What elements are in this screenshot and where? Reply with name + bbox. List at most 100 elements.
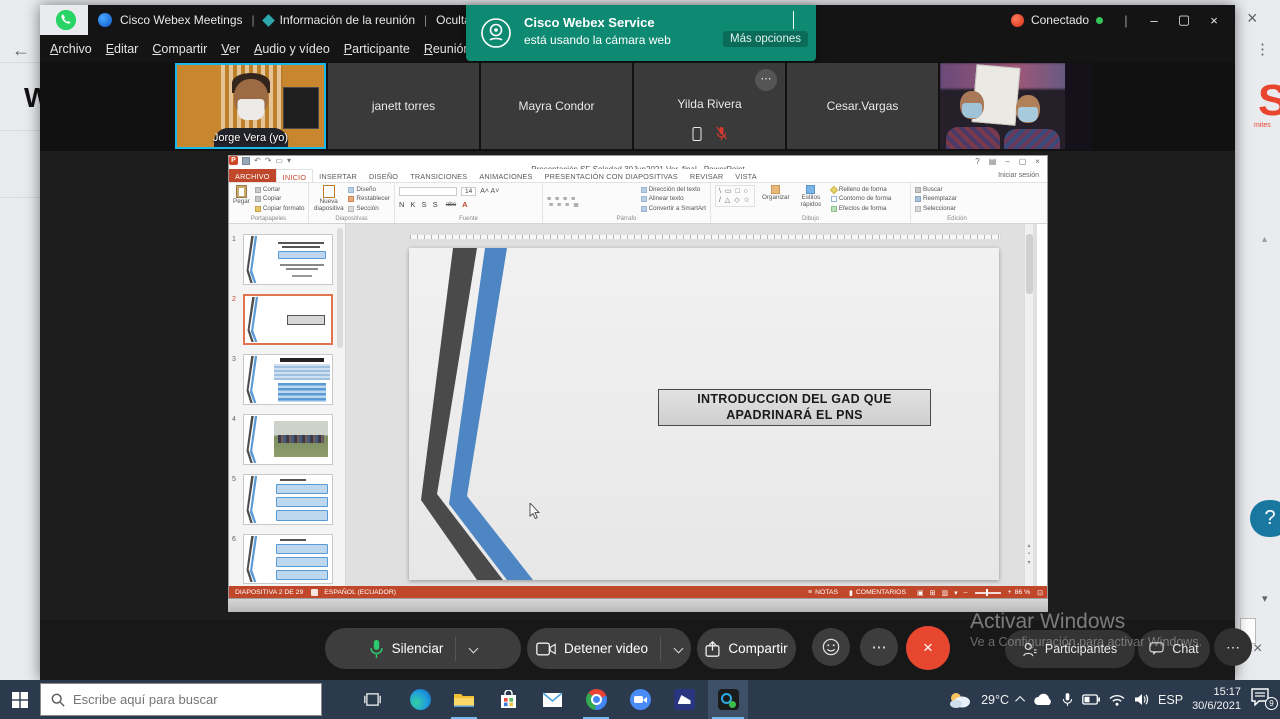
tray-expand-icon[interactable]: [1015, 696, 1025, 706]
chat-button[interactable]: Chat: [1138, 630, 1210, 668]
participant-tile[interactable]: janett torres: [328, 63, 479, 149]
toast-more-options-button[interactable]: Más opciones: [723, 31, 808, 47]
battery-icon[interactable]: [1082, 694, 1100, 705]
stop-video-button[interactable]: Detener video: [527, 628, 691, 669]
leave-meeting-button[interactable]: ×: [906, 626, 950, 670]
notification-center-button[interactable]: 9: [1250, 688, 1274, 712]
qat-caret-icon[interactable]: ▾: [287, 157, 291, 165]
section-button[interactable]: Sección: [348, 204, 390, 213]
slide-scrollbar[interactable]: ▴ ▪ ▾: [1024, 224, 1033, 586]
tab-diseno[interactable]: DISEÑO: [363, 169, 404, 182]
bg-scroll-up-icon[interactable]: ▴: [1262, 234, 1267, 245]
menu-editar[interactable]: Editar: [106, 42, 139, 56]
align-text-button[interactable]: Alinear texto: [641, 194, 706, 203]
ppt-ribbon-options-button[interactable]: ▤: [985, 157, 1000, 166]
toast-collapse-button[interactable]: [791, 11, 794, 29]
mail-button[interactable]: [532, 680, 572, 719]
bg-more-dots-icon[interactable]: ⋮: [1255, 40, 1270, 58]
more-panels-button[interactable]: ⋯: [1214, 628, 1252, 666]
participant-tile[interactable]: Cesar.Vargas: [787, 63, 938, 149]
scroll-mid-icon[interactable]: ▪: [1025, 550, 1033, 558]
undo-icon[interactable]: ↶: [254, 157, 261, 165]
bg-close2-icon[interactable]: ×: [1253, 640, 1262, 658]
file-explorer-button[interactable]: [444, 680, 484, 719]
slide-thumbnail-2-selected[interactable]: [243, 294, 333, 345]
menu-reunion[interactable]: Reunión: [424, 42, 471, 56]
bg-caret-icon[interactable]: ▾: [1262, 592, 1268, 605]
smartart-button[interactable]: Convertir a SmartArt: [641, 204, 706, 213]
slide-thumbnail-4[interactable]: [243, 414, 333, 465]
minimize-button[interactable]: –: [1143, 13, 1165, 28]
onedrive-icon[interactable]: [1034, 693, 1053, 706]
zoom-slider[interactable]: [975, 592, 1001, 594]
tab-inicio[interactable]: INICIO: [276, 169, 314, 182]
ppt-close-button[interactable]: ×: [1030, 157, 1045, 166]
cut-button[interactable]: Cortar: [255, 185, 305, 194]
thumb-scrollbar[interactable]: [337, 228, 343, 348]
keyboard-language[interactable]: ESP: [1158, 693, 1183, 707]
share-button[interactable]: Compartir: [697, 628, 796, 669]
tab-archivo[interactable]: ARCHIVO: [229, 169, 276, 182]
tab-presentacion[interactable]: PRESENTACIÓN CON DIAPOSITIVAS: [539, 169, 684, 182]
slide-thumbnail-5[interactable]: [243, 474, 333, 525]
slide-thumbnail-1[interactable]: [243, 234, 333, 285]
tab-insertar[interactable]: INSERTAR: [313, 169, 363, 182]
menu-participante[interactable]: Participante: [344, 42, 410, 56]
participant-tile[interactable]: ⋯ Yilda Rivera: [634, 63, 785, 149]
zoom-out-icon[interactable]: –: [964, 589, 968, 596]
font-name-box[interactable]: [399, 187, 457, 196]
tab-animaciones[interactable]: ANIMACIONES: [473, 169, 538, 182]
start-button[interactable]: [0, 680, 40, 719]
strikethrough-button[interactable]: abc: [446, 201, 456, 208]
scroll-up-icon[interactable]: ▴: [1025, 542, 1033, 550]
quick-styles-button[interactable]: Estilos rápidos: [797, 185, 825, 208]
close-button[interactable]: ×: [1203, 13, 1225, 28]
view-slideshow-icon[interactable]: ▾: [954, 589, 958, 597]
format-painter-button[interactable]: Copiar formato: [255, 204, 305, 213]
taskbar-clock[interactable]: 15:17 30/6/2021: [1192, 686, 1241, 714]
webex-taskbar-button[interactable]: [708, 680, 748, 719]
chrome-button[interactable]: [576, 680, 616, 719]
fit-slide-icon[interactable]: ⊡: [1037, 589, 1043, 597]
paste-button[interactable]: Pegar: [233, 185, 250, 205]
save-icon[interactable]: [242, 157, 250, 165]
slide-thumbnail-3[interactable]: [243, 354, 333, 405]
language-indicator[interactable]: ESPAÑOL (ECUADOR): [324, 589, 396, 596]
new-doc-icon[interactable]: ▭: [275, 157, 283, 165]
menu-audio-video[interactable]: Audio y vídeo: [254, 42, 330, 56]
more-options-button[interactable]: ⋯: [860, 628, 898, 666]
mute-button[interactable]: Silenciar: [325, 628, 521, 669]
new-slide-button[interactable]: Nueva diapositiva: [313, 185, 344, 212]
find-button[interactable]: Buscar: [915, 185, 999, 194]
tray-mic-icon[interactable]: [1062, 692, 1073, 707]
view-reading-icon[interactable]: ▥: [941, 589, 948, 597]
align-buttons[interactable]: ≡ ≡ ≡ ≣: [549, 201, 580, 210]
maximize-button[interactable]: ▢: [1173, 12, 1195, 28]
text-direction-button[interactable]: Dirección del texto: [641, 185, 706, 194]
scanner-app-button[interactable]: [664, 680, 704, 719]
font-color-button[interactable]: A: [462, 200, 467, 209]
view-sorter-icon[interactable]: ⊞: [930, 589, 936, 597]
shape-effects-button[interactable]: Efectos de forma: [831, 204, 892, 213]
menu-ver[interactable]: Ver: [221, 42, 240, 56]
speaker-icon[interactable]: [1134, 693, 1149, 706]
menu-archivo[interactable]: Archivo: [50, 42, 92, 56]
edge-button[interactable]: [400, 680, 440, 719]
weather-icon[interactable]: [948, 691, 972, 709]
participant-tile-self[interactable]: Jorge Vera (yo): [175, 63, 326, 149]
video-options-chevron-icon[interactable]: [674, 644, 684, 654]
mute-options-chevron-icon[interactable]: [469, 644, 479, 654]
ppt-restore-button[interactable]: ▢: [1015, 157, 1030, 166]
zoom-slider-thumb[interactable]: [986, 589, 989, 596]
ppt-minimize-button[interactable]: –: [1000, 157, 1015, 166]
tile-more-button[interactable]: ⋯: [755, 69, 777, 91]
tab-revisar[interactable]: REVISAR: [684, 169, 729, 182]
zoom-level[interactable]: 86 %: [1015, 589, 1031, 596]
zoom-in-icon[interactable]: +: [1008, 589, 1012, 596]
tab-vista[interactable]: VISTA: [729, 169, 763, 182]
participant-tile-video[interactable]: [940, 63, 1091, 149]
slide-thumbnail-6[interactable]: [243, 534, 333, 584]
participant-tile[interactable]: Mayra Condor: [481, 63, 632, 149]
sign-in-link[interactable]: Iniciar sesión: [998, 169, 1047, 182]
redo-icon[interactable]: ↷: [265, 157, 272, 165]
